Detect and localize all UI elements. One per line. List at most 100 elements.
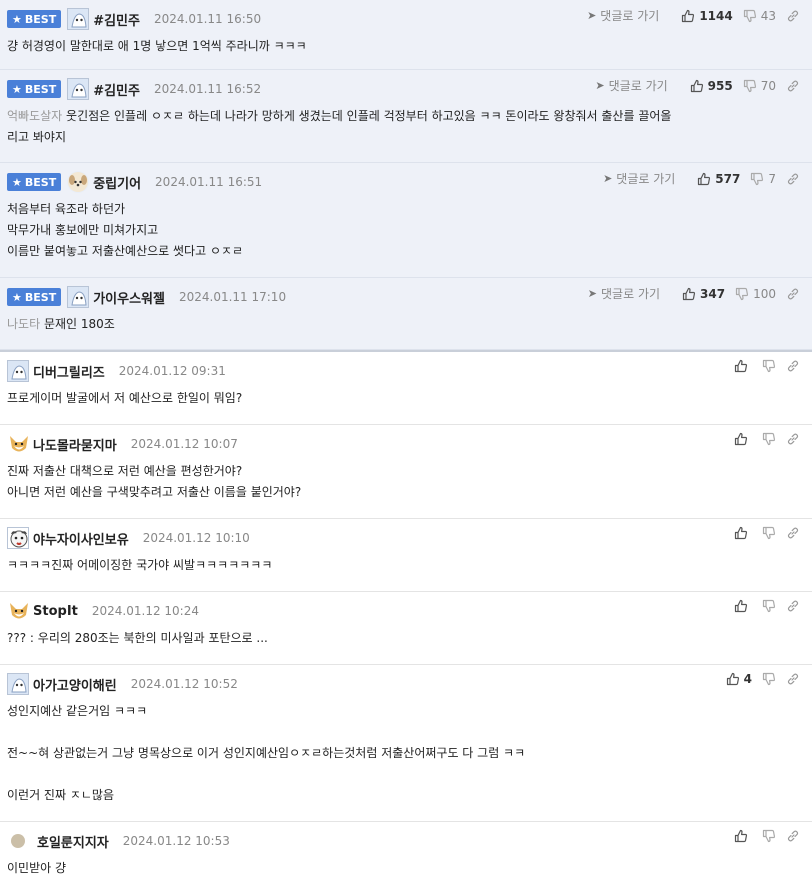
avatar[interactable]: [7, 600, 29, 622]
avatar[interactable]: [7, 360, 29, 382]
upvote-button[interactable]: [734, 526, 752, 540]
best-comment: ★ BEST #김민주 2024.01.11 16:50 ➤ 댓글로 가기 1144…: [0, 0, 812, 70]
timestamp: 2024.01.12 10:07: [130, 437, 238, 451]
share-link-button[interactable]: [786, 359, 800, 373]
timestamp: 2024.01.11 16:52: [153, 82, 262, 96]
star-icon: ★: [12, 175, 22, 189]
comment: 나도몰라묻지마 2024.01.12 10:07 진짜 저출산 대책으로 저런 …: [0, 425, 812, 519]
comment: 호일룬지지자 2024.01.12 10:53 이민받아 걍: [0, 822, 812, 888]
thumbs-up-icon: [734, 829, 748, 843]
upvote-count: 1144: [699, 8, 733, 23]
reply-arrow-icon: ➤: [587, 287, 598, 300]
timestamp: 2024.01.12 10:53: [122, 834, 230, 848]
upvote-button[interactable]: 4: [726, 672, 752, 686]
upvote-button[interactable]: [734, 359, 752, 373]
comment-text: 성인지예산 같은거임 ㅋㅋㅋ 전~~혀 상관없는거 그냥 명목상으로 이거 성인지…: [7, 704, 526, 802]
go-to-reply-link[interactable]: ➤ 댓글로 가기: [588, 285, 660, 302]
comment: 디버그릴리즈 2024.01.12 09:31 프로게이머 발굴에서 저 예산으…: [0, 352, 812, 425]
share-link-button[interactable]: [786, 287, 800, 301]
go-to-reply-link[interactable]: ➤ 댓글로 가기: [587, 7, 659, 24]
share-link-button[interactable]: [786, 79, 800, 93]
link-icon: [786, 829, 800, 843]
upvote-button[interactable]: 347: [682, 287, 725, 301]
upvote-button[interactable]: [734, 432, 752, 446]
nickname[interactable]: #김민주: [93, 10, 140, 29]
avatar[interactable]: [7, 673, 29, 695]
avatar[interactable]: [7, 527, 29, 549]
share-link-button[interactable]: [786, 432, 800, 446]
best-badge: ★ BEST: [7, 80, 62, 98]
downvote-button[interactable]: 70: [743, 79, 776, 93]
downvote-button[interactable]: [762, 359, 776, 373]
downvote-button[interactable]: [762, 432, 776, 446]
avatar[interactable]: [67, 78, 90, 100]
go-to-reply-link[interactable]: ➤ 댓글로 가기: [595, 77, 667, 94]
downvote-button[interactable]: [762, 599, 776, 613]
thumbs-up-icon: [726, 672, 740, 686]
timestamp: 2024.01.11 16:51: [155, 175, 263, 189]
thumbs-up-icon: [697, 172, 711, 186]
upvote-count: 4: [743, 672, 752, 686]
share-link-button[interactable]: [786, 599, 800, 613]
link-icon: [786, 432, 800, 446]
timestamp: 2024.01.12 10:52: [130, 677, 238, 691]
upvote-count: 577: [715, 171, 741, 186]
link-icon: [786, 599, 800, 613]
share-link-button[interactable]: [786, 829, 800, 843]
reply-arrow-icon: ➤: [595, 79, 605, 92]
share-link-button[interactable]: [786, 672, 800, 686]
go-to-reply-link[interactable]: ➤ 댓글로 가기: [603, 170, 675, 187]
nickname[interactable]: 아가고양이해린: [33, 675, 117, 694]
share-link-button[interactable]: [786, 9, 800, 23]
nickname[interactable]: 야누자이사인보유: [33, 529, 129, 548]
mentioned-user[interactable]: 나도타: [7, 317, 40, 331]
mentioned-user[interactable]: 억빠도살자: [7, 109, 62, 123]
nickname[interactable]: 디버그릴리즈: [33, 362, 105, 381]
upvote-button[interactable]: 1144: [681, 8, 733, 23]
timestamp: 2024.01.12 09:31: [118, 364, 226, 378]
thumbs-down-icon: [735, 287, 749, 301]
best-comment: ★ BEST 가이우스워젤 2024.01.11 17:10 ➤ 댓글로 가기 34…: [0, 278, 812, 350]
avatar[interactable]: [7, 433, 29, 455]
timestamp: 2024.01.11 17:10: [178, 290, 287, 304]
downvote-button[interactable]: 7: [750, 172, 776, 186]
link-icon: [786, 672, 800, 686]
link-icon: [786, 359, 800, 373]
share-link-button[interactable]: [786, 526, 800, 540]
nickname[interactable]: 가이우스워젤: [93, 288, 165, 307]
thumbs-down-icon: [762, 672, 776, 686]
thumbs-up-icon: [734, 432, 748, 446]
link-icon: [786, 526, 800, 540]
link-icon: [786, 287, 800, 301]
link-icon: [786, 172, 800, 186]
avatar[interactable]: [67, 286, 90, 308]
comment-text: 이민받아 걍: [7, 861, 67, 875]
reply-arrow-icon: ➤: [587, 9, 597, 22]
upvote-button[interactable]: [734, 829, 752, 843]
thumbs-down-icon: [762, 526, 776, 540]
downvote-button[interactable]: [762, 672, 776, 686]
best-badge: ★ BEST: [7, 288, 62, 306]
avatar[interactable]: [67, 8, 90, 30]
upvote-count: 347: [700, 286, 726, 301]
upvote-button[interactable]: [734, 599, 752, 613]
avatar[interactable]: [11, 834, 25, 848]
downvote-button[interactable]: [762, 829, 776, 843]
avatar[interactable]: [67, 171, 90, 193]
nickname[interactable]: 나도몰라묻지마: [33, 435, 117, 454]
nickname[interactable]: 중립기어: [93, 173, 141, 192]
thumbs-up-icon: [682, 287, 696, 301]
share-link-button[interactable]: [786, 172, 800, 186]
downvote-count: 7: [768, 171, 776, 186]
downvote-count: 70: [760, 78, 776, 93]
nickname[interactable]: 호일룬지지자: [37, 832, 109, 851]
downvote-button[interactable]: 43: [743, 9, 776, 23]
thumbs-down-icon: [750, 172, 764, 186]
upvote-button[interactable]: 577: [697, 172, 740, 186]
nickname[interactable]: #김민주: [93, 80, 140, 99]
upvote-button[interactable]: 955: [690, 79, 733, 93]
downvote-button[interactable]: 100: [735, 287, 776, 301]
downvote-button[interactable]: [762, 526, 776, 540]
nickname[interactable]: StopIt: [33, 604, 78, 619]
timestamp: 2024.01.12 10:10: [142, 531, 250, 545]
